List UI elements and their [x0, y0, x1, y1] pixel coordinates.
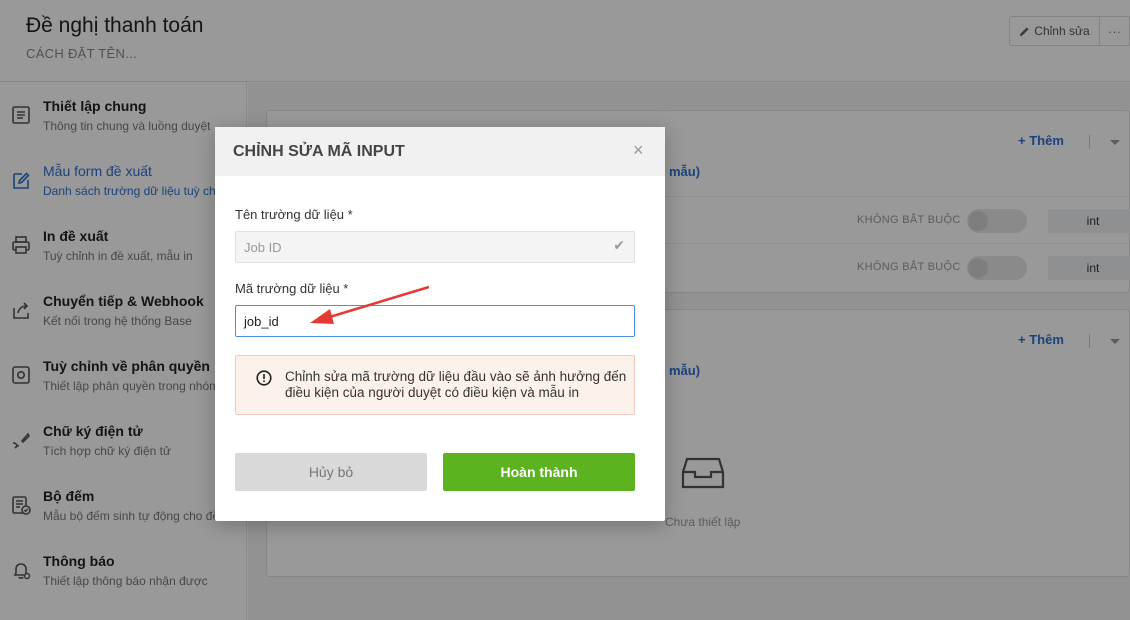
warning-alert: Chỉnh sửa mã trường dữ liệu đầu vào sẽ ả… — [235, 355, 635, 415]
field-name-label: Tên trường dữ liệu * — [235, 207, 353, 222]
dialog-header: CHỈNH SỬA MÃ INPUT × — [215, 127, 665, 176]
dialog-title: CHỈNH SỬA MÃ INPUT — [233, 143, 405, 160]
field-code-label: Mã trường dữ liệu * — [235, 281, 349, 296]
close-icon[interactable]: × — [633, 140, 644, 161]
field-code-value: job_id — [244, 314, 279, 329]
field-name-input: Job ID ✔ — [235, 231, 635, 263]
warning-text: Chỉnh sửa mã trường dữ liệu đầu vào sẽ ả… — [285, 369, 627, 400]
check-icon: ✔ — [613, 237, 625, 253]
field-name-value: Job ID — [244, 240, 282, 255]
warning-icon — [256, 370, 272, 386]
cancel-button[interactable]: Hủy bỏ — [235, 453, 427, 491]
done-button[interactable]: Hoàn thành — [443, 453, 635, 491]
field-code-input[interactable]: job_id — [235, 305, 635, 337]
edit-input-code-dialog: CHỈNH SỬA MÃ INPUT × Tên trường dữ liệu … — [215, 127, 665, 521]
